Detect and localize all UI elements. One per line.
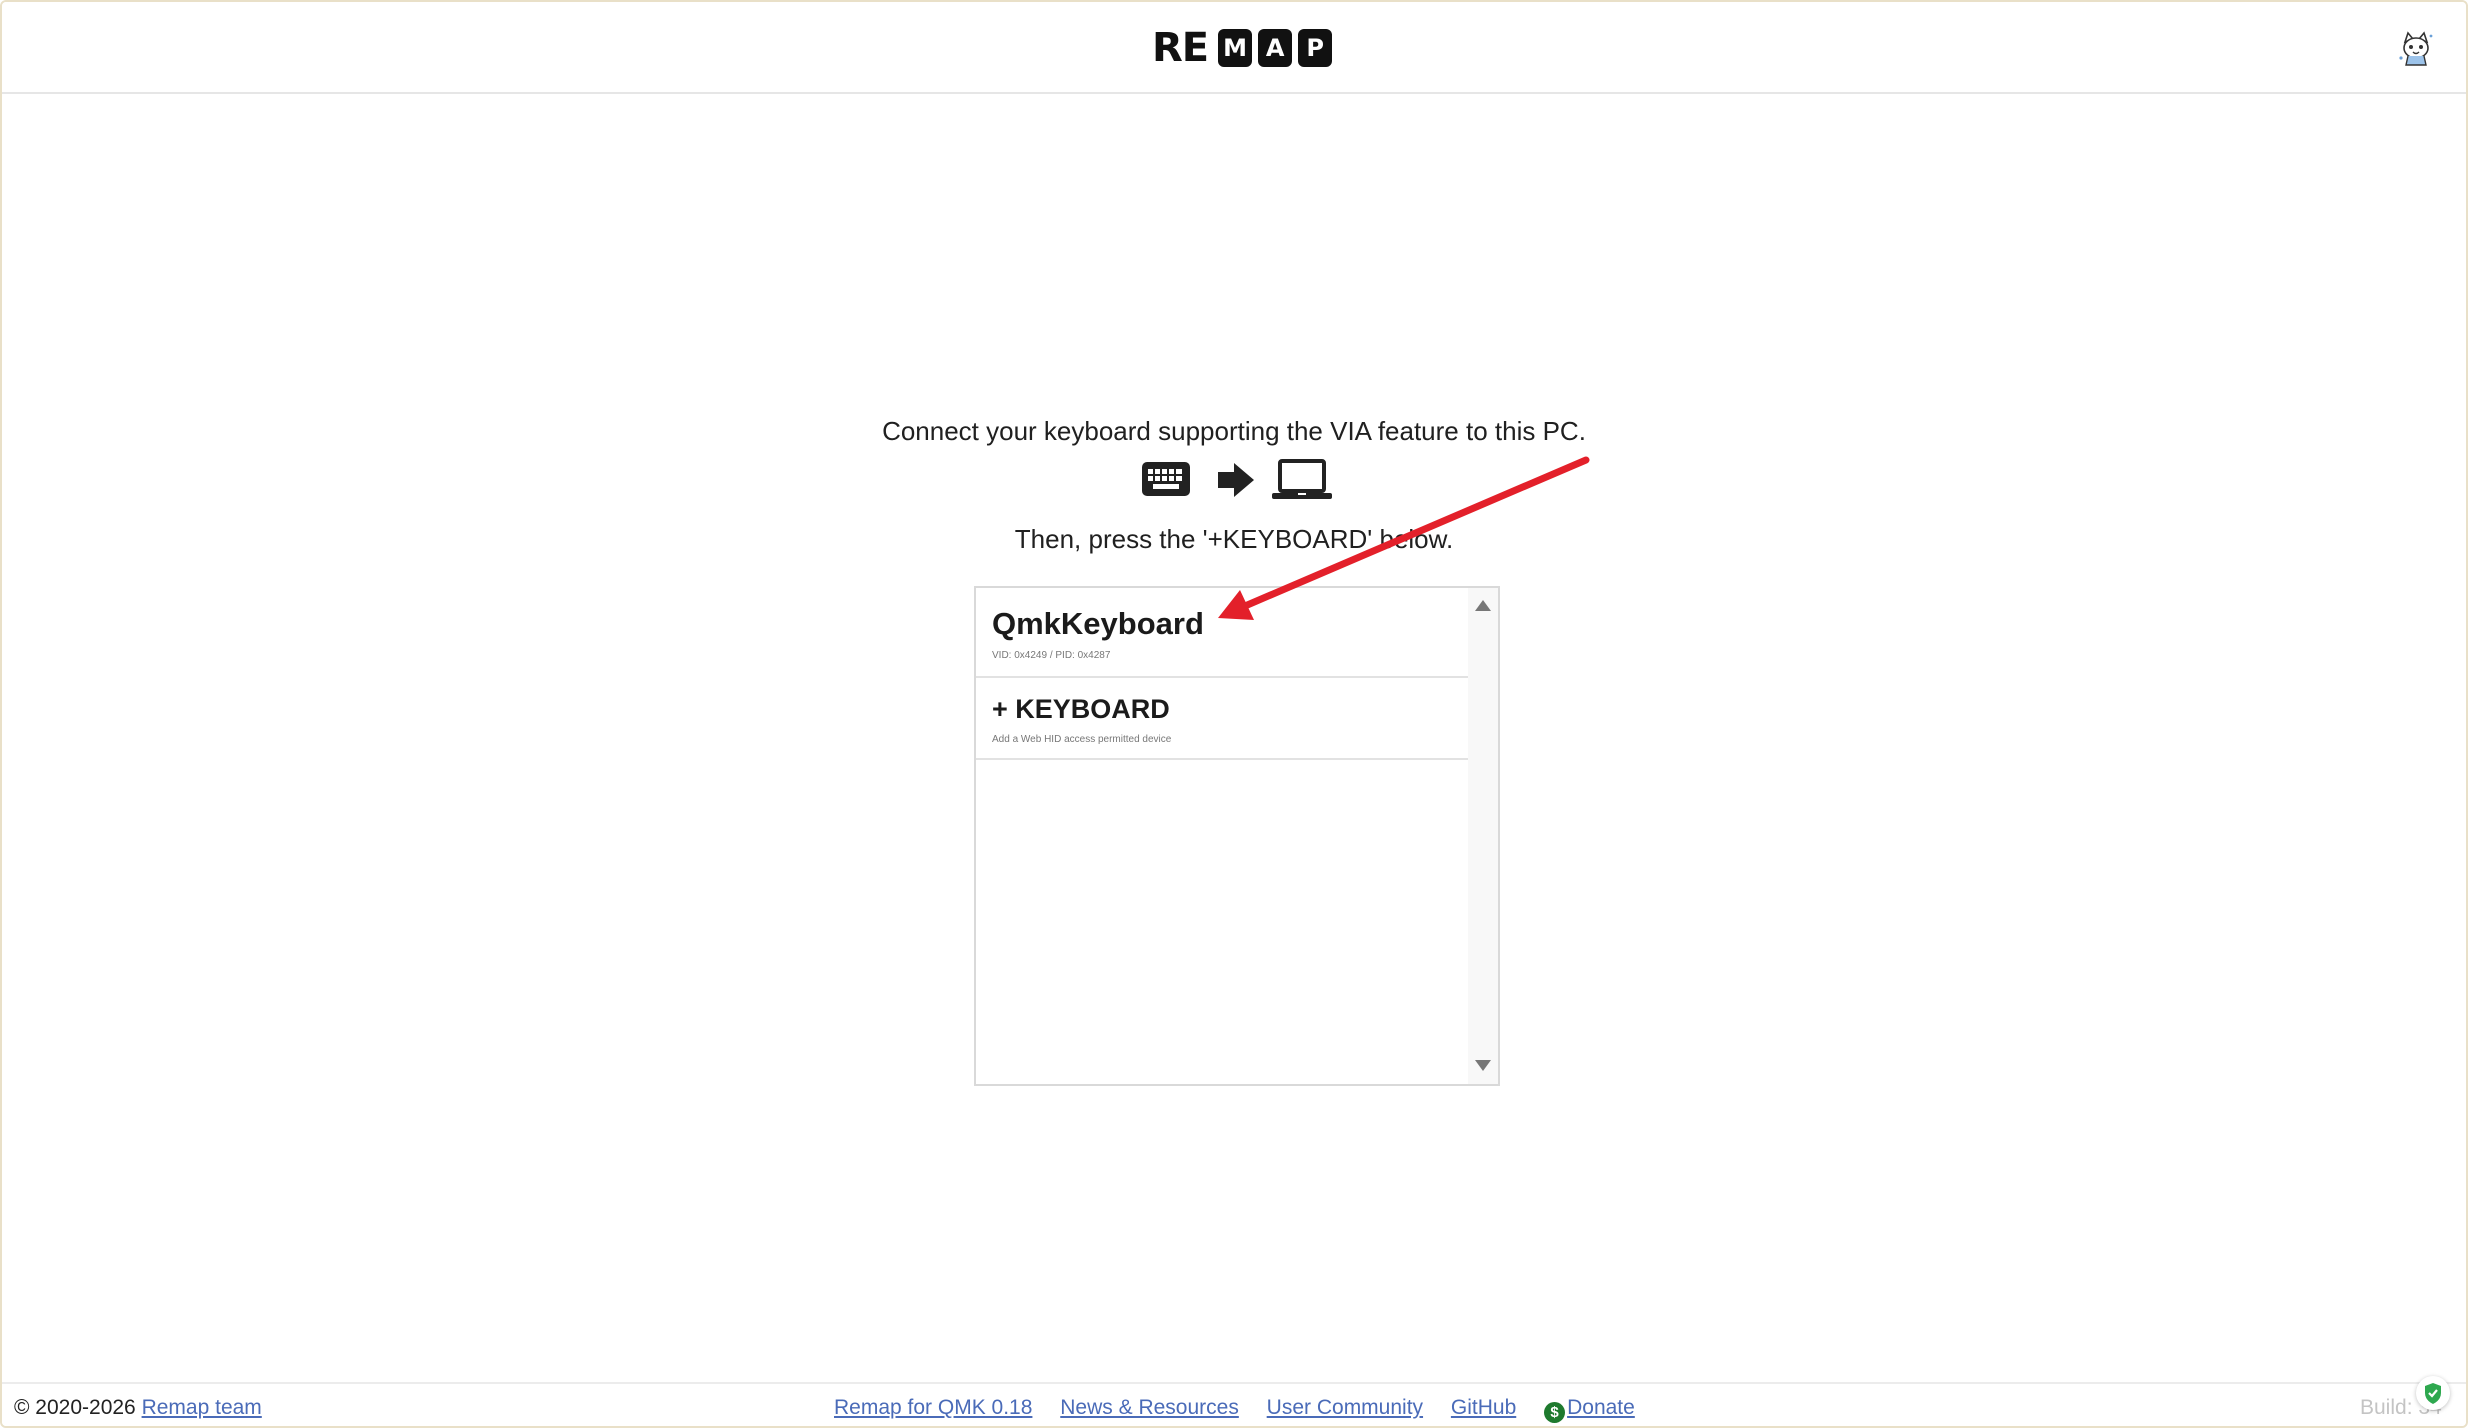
keyboard-icon	[1142, 462, 1190, 496]
copyright: © 2020-2026 Remap team	[14, 1396, 262, 1420]
add-keyboard-description: Add a Web HID access permitted device	[992, 734, 1172, 745]
scroll-down-icon[interactable]	[1475, 1060, 1491, 1071]
header-bar: RE M A P	[2, 2, 2466, 94]
github-link[interactable]: GitHub	[1451, 1396, 1516, 1419]
dollar-icon: $	[1544, 1402, 1566, 1423]
remap-logo[interactable]: RE M A P	[1152, 25, 1333, 71]
donate-link[interactable]: Donate	[1567, 1396, 1635, 1419]
remap-for-qmk-link[interactable]: Remap for QMK 0.18	[834, 1396, 1032, 1419]
list-scrollbar[interactable]	[1468, 588, 1498, 1084]
user-community-link[interactable]: User Community	[1267, 1396, 1423, 1419]
footer-links: Remap for QMK 0.18 News & Resources User…	[834, 1396, 1635, 1423]
scroll-up-icon[interactable]	[1475, 600, 1491, 611]
logo-letter-p: P	[1298, 29, 1333, 67]
connection-illustration	[1140, 458, 1336, 502]
press-keyboard-instruction: Then, press the '+KEYBOARD' below.	[1014, 524, 1454, 554]
keyboard-to-laptop-icons	[1142, 459, 1332, 499]
arrow-right-icon	[1218, 463, 1254, 497]
footer-bar: © 2020-2026 Remap team Remap for QMK 0.1…	[2, 1382, 2466, 1426]
logo-prefix: RE	[1152, 25, 1209, 71]
keyboard-name: QmkKeyboard	[992, 606, 1204, 641]
add-keyboard-button[interactable]: + KEYBOARD Add a Web HID access permitte…	[976, 678, 1468, 760]
copyright-text: © 2020-2026	[14, 1396, 136, 1419]
remap-team-link[interactable]: Remap team	[142, 1396, 262, 1419]
news-resources-link[interactable]: News & Resources	[1060, 1396, 1239, 1419]
security-shield-icon[interactable]	[2416, 1376, 2450, 1410]
add-keyboard-label: + KEYBOARD	[992, 694, 1170, 724]
keyboard-item-qmkkeyboard[interactable]: QmkKeyboard VID: 0x4249 / PID: 0x4287	[976, 588, 1468, 678]
laptop-icon	[1272, 459, 1332, 499]
logo-letter-a: A	[1258, 29, 1293, 67]
app-window: RE M A P Connect your keyboard supportin…	[0, 0, 2468, 1428]
connect-instruction: Connect your keyboard supporting the VIA…	[882, 416, 1586, 446]
keyboard-list[interactable]: QmkKeyboard VID: 0x4249 / PID: 0x4287 + …	[974, 586, 1500, 1086]
keyboard-vid-pid: VID: 0x4249 / PID: 0x4287	[992, 650, 1111, 661]
logo-letter-m: M	[1218, 29, 1253, 67]
cat-avatar-icon[interactable]	[2396, 28, 2436, 68]
